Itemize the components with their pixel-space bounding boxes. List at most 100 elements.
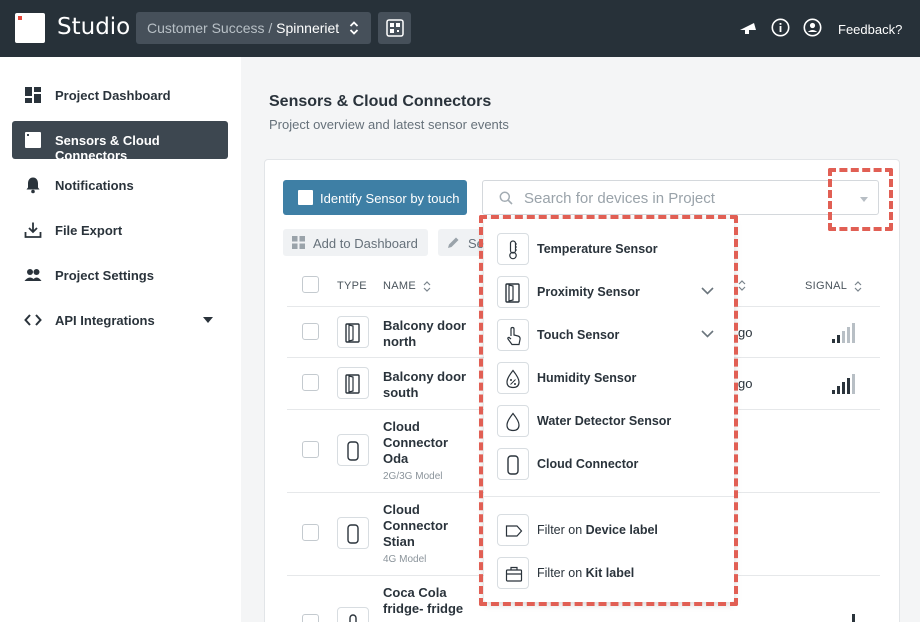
dropdown-toggle-highlight	[828, 168, 893, 231]
breadcrumb-separator: /	[268, 20, 273, 36]
menu-item-icon-box	[497, 276, 529, 308]
row-device-model: 4G Model	[383, 554, 427, 565]
updown-chevron-icon	[349, 21, 359, 35]
type-icon-box	[337, 316, 369, 348]
people-icon	[24, 269, 42, 281]
sidebar-item-label: Sensors & Cloud Connectors	[55, 133, 160, 163]
sidebar-item-project-dashboard[interactable]: Project Dashboard	[12, 76, 228, 114]
menu-item-proximity-sensor[interactable]: Proximity Sensor	[497, 276, 722, 308]
menu-item-temperature-sensor[interactable]: Temperature Sensor	[497, 233, 722, 265]
search-icon	[499, 191, 513, 205]
sensor-icon	[298, 190, 313, 205]
menu-item-cloud-connector[interactable]: Cloud Connector	[497, 448, 722, 480]
sidebar-item-notifications[interactable]: Notifications	[12, 166, 228, 204]
touch-icon	[507, 326, 521, 346]
menu-item-icon-box	[497, 448, 529, 480]
add-to-dashboard-button[interactable]: Add to Dashboard	[283, 229, 428, 256]
feedback-link[interactable]: Feedback?	[838, 22, 902, 37]
row-checkbox[interactable]	[302, 323, 319, 340]
menu-item-label: Filter on Kit label	[537, 566, 634, 580]
row-checkbox[interactable]	[302, 441, 319, 458]
row-device-name[interactable]: Cloud Connector Stian	[383, 502, 468, 550]
signal-strength-icon	[852, 614, 855, 622]
announcement-icon[interactable]	[739, 21, 758, 35]
qr-code-button[interactable]	[378, 12, 411, 44]
sidebar-item-project-settings[interactable]: Project Settings	[12, 256, 228, 294]
bell-icon	[26, 177, 40, 194]
filter-prefix: Filter on	[537, 523, 583, 537]
sidebar-item-api-integrations[interactable]: API Integrations	[12, 301, 228, 339]
column-header-type[interactable]: TYPE	[337, 280, 367, 292]
door-icon	[345, 323, 360, 343]
page-title: Sensors & Cloud Connectors	[269, 93, 492, 110]
menu-item-filter-kit-label[interactable]: Filter on Kit label	[497, 557, 722, 589]
caret-down-icon[interactable]	[203, 317, 213, 323]
tag-icon	[505, 525, 523, 537]
row-last-seen: go	[738, 325, 753, 340]
sidebar-item-sensors[interactable]: Sensors & Cloud Connectors	[12, 121, 228, 163]
menu-item-touch-sensor[interactable]: Touch Sensor	[497, 319, 722, 351]
type-icon-box	[337, 517, 369, 549]
menu-item-filter-device-label[interactable]: Filter on Device label	[497, 514, 722, 546]
search-input[interactable]	[524, 188, 824, 208]
row-checkbox[interactable]	[302, 614, 319, 622]
row-device-name[interactable]: Cloud Connector Oda	[383, 419, 468, 467]
row-checkbox[interactable]	[302, 374, 319, 391]
humidity-icon	[506, 369, 520, 389]
code-icon	[24, 314, 42, 326]
org-name: Customer Success	[147, 20, 265, 36]
second-toolbar-button[interactable]: Se	[438, 229, 484, 256]
type-icon-box	[337, 434, 369, 466]
device-search[interactable]	[482, 180, 879, 215]
row-device-name[interactable]: Balcony door south	[383, 369, 468, 401]
app-title: Studio	[57, 14, 131, 40]
info-icon[interactable]	[771, 18, 790, 37]
column-header-signal[interactable]: SIGNAL	[805, 280, 862, 292]
door-icon	[345, 374, 360, 394]
sidebar-item-label: Project Settings	[55, 268, 154, 283]
row-device-name[interactable]: Balcony door north	[383, 318, 468, 350]
column-header-signal-label: SIGNAL	[805, 280, 847, 292]
row-last-seen: go	[738, 376, 753, 391]
menu-item-humidity-sensor[interactable]: Humidity Sensor	[497, 362, 722, 394]
identify-sensor-button[interactable]: Identify Sensor by touch	[283, 180, 467, 215]
menu-item-icon-box	[497, 557, 529, 589]
dashboard-icon	[25, 87, 41, 103]
signal-strength-icon	[832, 374, 855, 394]
select-all-checkbox[interactable]	[302, 276, 319, 293]
menu-item-water-detector-sensor[interactable]: Water Detector Sensor	[497, 405, 722, 437]
water-drop-icon	[506, 412, 520, 432]
download-icon	[24, 222, 42, 238]
type-icon-box	[337, 367, 369, 399]
chevron-down-icon[interactable]	[701, 287, 714, 295]
sort-icon	[854, 280, 862, 292]
sidebar-item-file-export[interactable]: File Export	[12, 211, 228, 249]
cloud-connector-icon	[347, 441, 359, 461]
sensor-icon	[25, 132, 41, 148]
dashboard-icon	[292, 236, 305, 249]
qr-code-icon	[386, 19, 404, 37]
row-checkbox[interactable]	[302, 524, 319, 541]
briefcase-icon	[505, 566, 523, 582]
cloud-connector-icon	[347, 524, 359, 544]
sidebar-item-label: Project Dashboard	[55, 88, 171, 103]
menu-item-label: Filter on Device label	[537, 523, 658, 537]
column-header-name[interactable]: NAME	[383, 280, 431, 292]
pencil-icon	[448, 237, 459, 248]
menu-item-label: Water Detector Sensor	[537, 414, 672, 428]
sidebar-item-label: API Integrations	[55, 313, 155, 328]
user-account-icon[interactable]	[803, 18, 822, 37]
sort-icon[interactable]	[738, 280, 746, 291]
chevron-down-icon[interactable]	[701, 330, 714, 338]
project-name: Spinneriet	[276, 20, 340, 36]
top-bar: Studio Customer Success / Spinneriet Fee…	[0, 0, 920, 57]
second-button-label: Se	[468, 236, 484, 251]
project-selector[interactable]: Customer Success / Spinneriet	[136, 12, 371, 44]
sort-icon	[423, 280, 431, 292]
row-device-name[interactable]: Coca Cola fridge- fridge	[383, 585, 468, 617]
column-header-name-label: NAME	[383, 280, 416, 292]
app-logo[interactable]	[15, 13, 45, 43]
menu-item-label: Cloud Connector	[537, 457, 639, 471]
filter-target: Kit label	[585, 566, 635, 580]
sidebar-item-label: File Export	[55, 223, 123, 238]
